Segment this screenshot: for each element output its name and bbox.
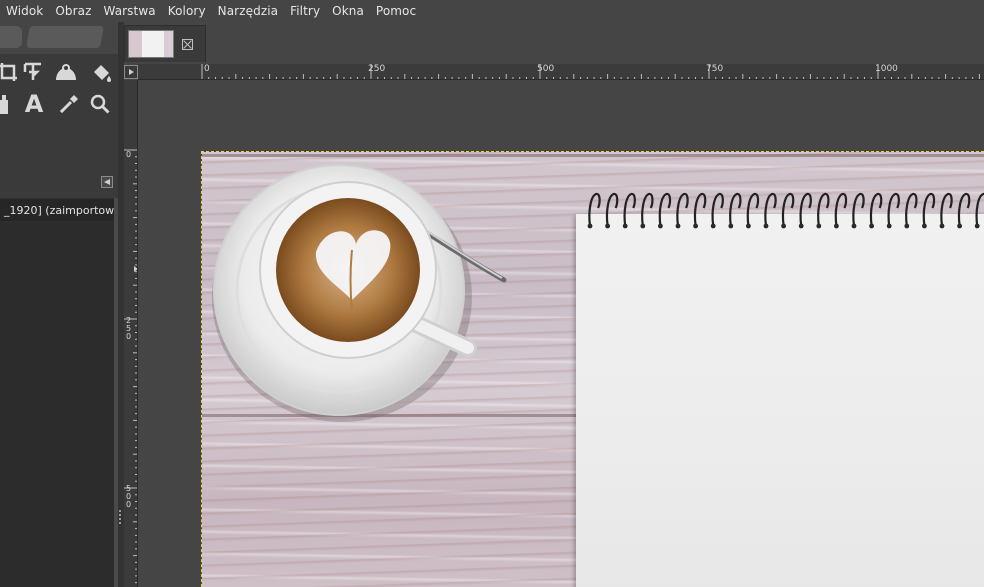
airbrush-icon[interactable]	[0, 90, 18, 118]
plank-gap	[202, 154, 984, 157]
menu-windows[interactable]: Okna	[332, 4, 364, 18]
bg-color-swatch[interactable]	[26, 26, 104, 48]
image-tabs-strip	[124, 22, 984, 62]
transform-icon[interactable]	[20, 58, 48, 86]
fg-color-swatch[interactable]	[0, 26, 22, 48]
menu-filters[interactable]: Filtry	[290, 4, 320, 18]
menu-view[interactable]: Widok	[6, 4, 43, 18]
vruler-label-0: 0	[126, 150, 132, 159]
notebook-spirals	[587, 192, 984, 229]
ruler-label-750: 750	[706, 64, 724, 74]
image-canvas[interactable]	[201, 151, 984, 587]
tool-row-1	[0, 58, 118, 90]
coffee-cup-icon	[212, 162, 522, 422]
bucket-fill-icon[interactable]	[88, 58, 116, 86]
ruler-label-1000: 1000	[875, 64, 898, 74]
close-icon[interactable]	[182, 39, 193, 50]
image-list-area	[0, 222, 114, 587]
warp-icon[interactable]	[52, 58, 80, 86]
vruler-label-250: 250	[126, 316, 132, 341]
image-tab[interactable]	[124, 25, 206, 62]
horizontal-ruler[interactable]: 0 250 500 750 1000	[138, 64, 984, 80]
image-list-entry[interactable]: _1920] (zaimportowa	[0, 198, 118, 222]
menu-help[interactable]: Pomoc	[376, 4, 416, 18]
quick-mask-toggle[interactable]	[124, 65, 138, 79]
ruler-label-0: 0	[204, 64, 210, 74]
image-entry-label: _1920] (zaimportowa	[4, 203, 118, 217]
canvas-area[interactable]	[138, 81, 984, 587]
menu-image[interactable]: Obraz	[55, 4, 91, 18]
menu-bar: Widok Obraz Warstwa Kolory Narzędzia Fil…	[0, 0, 984, 22]
zoom-icon[interactable]	[86, 90, 114, 118]
crop-icon[interactable]	[0, 58, 22, 86]
vruler-label-500: 500	[126, 484, 132, 509]
menu-layer[interactable]: Warstwa	[104, 4, 156, 18]
panel-menu-button[interactable]	[101, 176, 113, 188]
horizontal-ruler-ticks	[201, 64, 980, 79]
vertical-ruler[interactable]: 0 250 500	[124, 80, 138, 587]
menu-tools[interactable]: Narzędzia	[218, 4, 278, 18]
toolbox-panel: A _1920] (zaimportowa	[0, 22, 118, 587]
ruler-label-250: 250	[368, 64, 386, 74]
spiral-notebook-icon	[576, 214, 984, 587]
tool-row-2: A	[0, 90, 118, 122]
toolbox-header	[0, 22, 118, 54]
menu-colors[interactable]: Kolory	[168, 4, 206, 18]
image-thumbnail	[128, 30, 174, 58]
color-picker-icon[interactable]	[55, 90, 83, 118]
text-icon[interactable]: A	[20, 90, 48, 118]
resize-grip[interactable]	[118, 510, 122, 524]
ruler-label-500: 500	[537, 64, 555, 74]
